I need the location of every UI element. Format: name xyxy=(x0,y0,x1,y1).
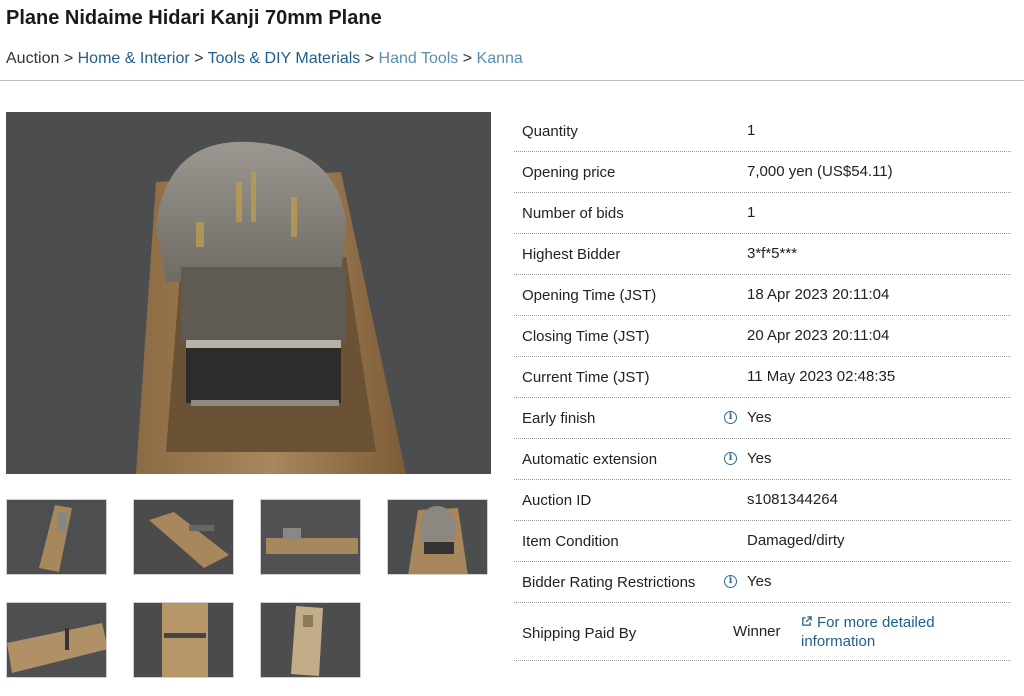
breadcrumb-tools-diy[interactable]: Tools & DIY Materials xyxy=(208,50,361,67)
detail-label: Automatic extension xyxy=(522,451,658,468)
detail-row-automatic-extension: Automatic extension i Yes xyxy=(514,439,1011,480)
detail-value: 3*f*5*** xyxy=(747,245,798,262)
breadcrumb-separator: > xyxy=(364,50,375,67)
breadcrumb-home-interior[interactable]: Home & Interior xyxy=(78,50,190,67)
detail-label: Closing Time (JST) xyxy=(522,328,650,345)
detail-row-opening-price: Opening price 7,000 yen (US$54.11) xyxy=(514,152,1011,193)
detail-row-opening-time: Opening Time (JST) 18 Apr 2023 20:11:04 xyxy=(514,275,1011,316)
auction-details-table: Quantity 1 Opening price 7,000 yen (US$5… xyxy=(514,111,1011,661)
detail-label: Highest Bidder xyxy=(522,246,621,263)
detail-row-early-finish: Early finish i Yes xyxy=(514,398,1011,439)
thumbnail-3[interactable] xyxy=(260,499,361,575)
detail-value: 1 xyxy=(747,204,756,221)
thumbnail-4[interactable] xyxy=(387,499,488,575)
detail-value: Yes xyxy=(747,409,772,426)
detail-value: Damaged/dirty xyxy=(747,532,845,549)
thumbnail-2[interactable] xyxy=(133,499,234,575)
shipping-details-link[interactable]: For more detailed information xyxy=(801,613,971,651)
detail-row-item-condition: Item Condition Damaged/dirty xyxy=(514,521,1011,562)
detail-label: Quantity xyxy=(522,123,578,140)
breadcrumb-separator: > xyxy=(63,50,74,67)
page-title: Plane Nidaime Hidari Kanji 70mm Plane xyxy=(6,7,382,29)
breadcrumb: Auction > Home & Interior > Tools & DIY … xyxy=(6,50,523,68)
thumbnail-7[interactable] xyxy=(260,602,361,678)
detail-label: Item Condition xyxy=(522,533,619,550)
detail-row-highest-bidder: Highest Bidder 3*f*5*** xyxy=(514,234,1011,275)
detail-value: 18 Apr 2023 20:11:04 xyxy=(747,286,890,303)
external-link-icon xyxy=(802,616,812,626)
detail-value: Winner xyxy=(733,623,781,640)
detail-label: Current Time (JST) xyxy=(522,369,650,386)
detail-label: Auction ID xyxy=(522,492,592,509)
detail-value: 20 Apr 2023 20:11:04 xyxy=(747,327,890,344)
detail-value: 11 May 2023 02:48:35 xyxy=(747,368,896,385)
detail-label: Bidder Rating Restrictions xyxy=(522,574,696,591)
breadcrumb-root: Auction xyxy=(6,50,60,67)
info-circle-icon[interactable]: i xyxy=(724,411,737,424)
shipping-details-link-text: For more detailed information xyxy=(801,614,935,650)
thumbnail-6[interactable] xyxy=(133,602,234,678)
info-circle-icon[interactable]: i xyxy=(724,575,737,588)
main-product-photo[interactable] xyxy=(6,112,491,474)
detail-row-closing-time: Closing Time (JST) 20 Apr 2023 20:11:04 xyxy=(514,316,1011,357)
detail-label: Opening price xyxy=(522,164,616,181)
detail-label: Early finish xyxy=(522,410,596,427)
breadcrumb-separator: > xyxy=(462,50,473,67)
detail-row-auction-id: Auction ID s1081344264 xyxy=(514,480,1011,521)
breadcrumb-separator: > xyxy=(194,50,204,67)
detail-row-shipping-paid-by: Shipping Paid By Winner For more detaile… xyxy=(514,603,1011,661)
thumbnail-5[interactable] xyxy=(6,602,107,678)
detail-label: Opening Time (JST) xyxy=(522,287,657,304)
detail-row-bidder-rating-restrictions: Bidder Rating Restrictions i Yes xyxy=(514,562,1011,603)
thumbnail-1[interactable] xyxy=(6,499,107,575)
breadcrumb-kanna[interactable]: Kanna xyxy=(477,50,523,67)
detail-value: 1 xyxy=(747,122,756,139)
header-divider xyxy=(0,80,1024,81)
detail-value: Yes xyxy=(747,450,772,467)
breadcrumb-hand-tools[interactable]: Hand Tools xyxy=(379,50,459,67)
detail-row-current-time: Current Time (JST) 11 May 2023 02:48:35 xyxy=(514,357,1011,398)
detail-value: s1081344264 xyxy=(747,491,838,508)
detail-label: Shipping Paid By xyxy=(522,625,637,642)
detail-value: 7,000 yen (US$54.11) xyxy=(747,163,893,180)
detail-row-quantity: Quantity 1 xyxy=(514,111,1011,152)
detail-label: Number of bids xyxy=(522,205,624,222)
info-circle-icon[interactable]: i xyxy=(724,452,737,465)
detail-value: Yes xyxy=(747,573,772,590)
detail-row-number-of-bids: Number of bids 1 xyxy=(514,193,1011,234)
